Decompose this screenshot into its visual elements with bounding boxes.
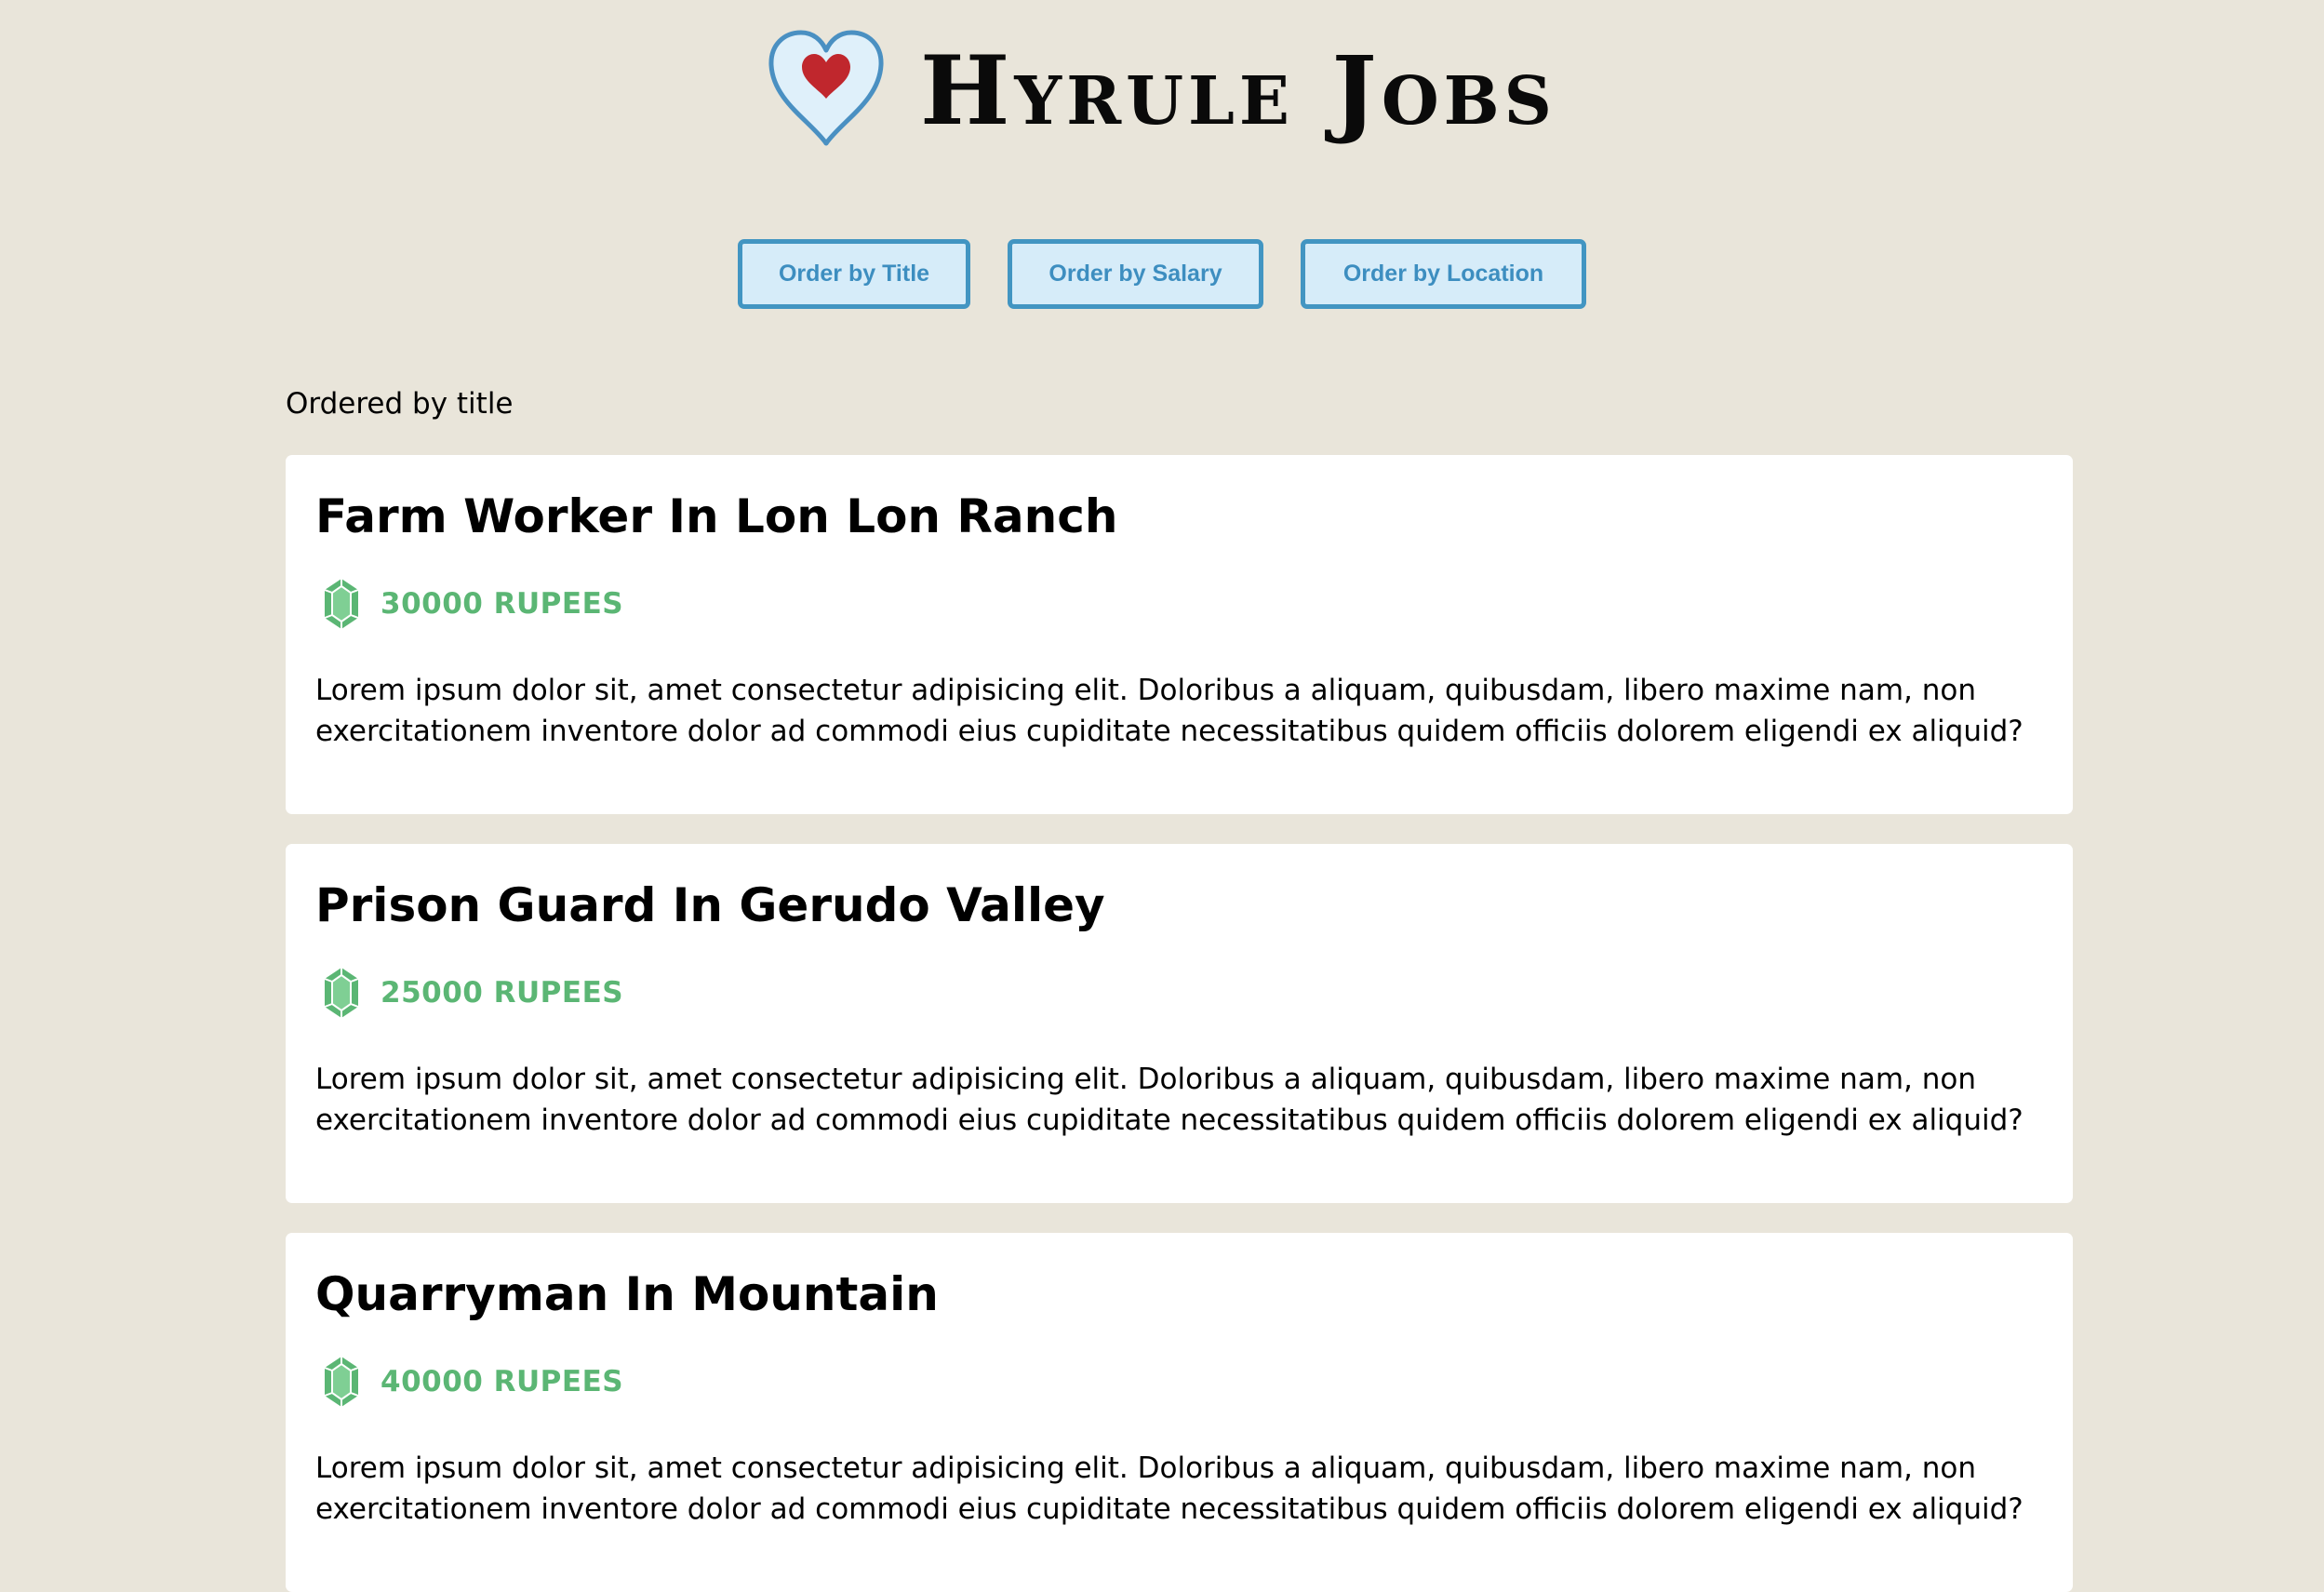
job-title: Farm Worker In Lon Lon Ranch — [315, 489, 1118, 543]
job-salary: 40000 RUPEES — [321, 1354, 623, 1410]
order-by-location-button[interactable]: Order by Location — [1301, 239, 1586, 309]
sort-toolbar: Order by Title Order by Salary Order by … — [0, 239, 2324, 309]
order-by-salary-button[interactable]: Order by Salary — [1008, 239, 1263, 309]
rupee-icon — [324, 1357, 359, 1407]
job-salary: 25000 RUPEES — [321, 965, 623, 1021]
order-by-title-button[interactable]: Order by Title — [738, 239, 970, 309]
job-description: Lorem ipsum dolor sit, amet consectetur … — [315, 1452, 2023, 1526]
job-title: Prison Guard In Gerudo Valley — [315, 878, 1105, 932]
salary-amount: 40000 RUPEES — [381, 1365, 624, 1398]
salary-amount: 25000 RUPEES — [381, 976, 624, 1010]
site-header: Hyrule Jobs — [0, 26, 2324, 156]
rupee-icon — [324, 968, 359, 1018]
heart-logo-icon — [768, 30, 884, 146]
job-card: Quarryman In Mountain 40000 RUPEES Lorem… — [286, 1233, 2073, 1592]
ordered-by-label: Ordered by title — [286, 387, 514, 421]
job-card: Prison Guard In Gerudo Valley 25000 RUPE… — [286, 844, 2073, 1203]
job-description: Lorem ipsum dolor sit, amet consectetur … — [315, 674, 2023, 748]
salary-amount: 30000 RUPEES — [381, 587, 624, 621]
rupee-icon — [324, 579, 359, 629]
job-salary: 30000 RUPEES — [321, 576, 623, 632]
job-title: Quarryman In Mountain — [315, 1267, 939, 1321]
site-title: Hyrule Jobs — [920, 35, 1556, 147]
job-description: Lorem ipsum dolor sit, amet consectetur … — [315, 1063, 2023, 1137]
job-card: Farm Worker In Lon Lon Ranch 30000 RUPEE… — [286, 455, 2073, 814]
